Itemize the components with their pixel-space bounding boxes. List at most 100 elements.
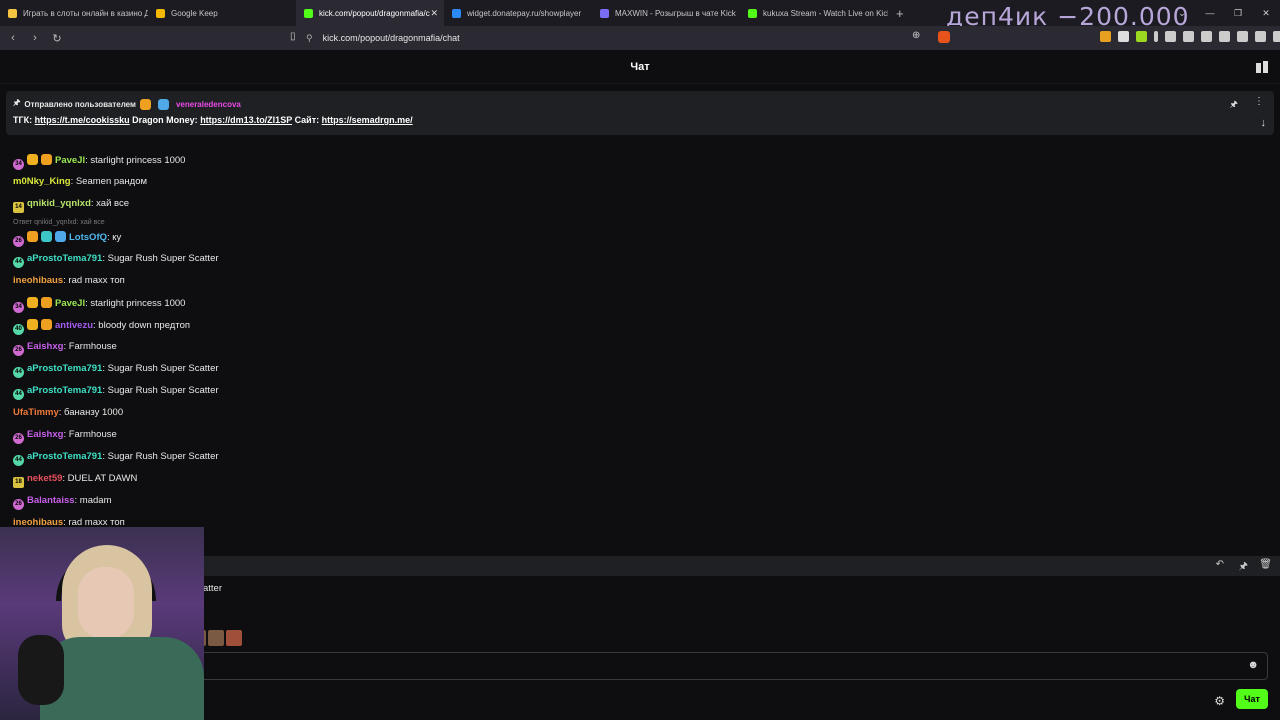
chat-message[interactable]: m0Nky_King: Seamen рандом xyxy=(13,176,147,187)
chat-username[interactable]: Eaishxg xyxy=(27,429,63,440)
chat-username[interactable]: UfaTimmy xyxy=(13,407,59,418)
reply-context[interactable]: Ответ qnikid_yqnlxd: хай все xyxy=(13,219,105,226)
emote-row xyxy=(200,630,242,646)
chat-message[interactable]: 34 PaveJl: starlight princess 1000 xyxy=(13,154,185,170)
browser-tab[interactable]: kick.com/popout/dragonmafia/c ✕ xyxy=(296,0,444,26)
more-options-icon[interactable]: ⋮ xyxy=(1254,96,1264,107)
minimize-icon[interactable]: — xyxy=(1196,8,1224,18)
zoom-icon[interactable]: ⊕ xyxy=(912,30,920,41)
tg-label: ТГК: xyxy=(13,115,33,125)
emote-icon[interactable] xyxy=(226,630,242,646)
chat-username[interactable]: neket59 xyxy=(27,473,62,484)
chat-message[interactable]: ineohibaus: rad maxx топ xyxy=(13,275,125,286)
diamond-badge-icon xyxy=(157,98,169,110)
extension-icon[interactable] xyxy=(1183,31,1194,42)
chat-username[interactable]: qnikid_yqnlxd xyxy=(27,198,91,209)
partial-message: atter xyxy=(203,583,223,594)
browser-tab[interactable]: Google Keep xyxy=(148,0,296,26)
chat-message[interactable]: 44 aProstoTema791: Sugar Rush Super Scatt… xyxy=(13,253,219,268)
crown-badge-icon xyxy=(41,154,52,165)
chat-message[interactable]: 44 aProstoTema791: Sugar Rush Super Scatt… xyxy=(13,385,219,400)
tab-title: Играть в слоты онлайн в казино Д xyxy=(23,8,148,18)
extension-icon[interactable] xyxy=(1165,31,1176,42)
users-icon[interactable] xyxy=(1256,61,1268,73)
chat-message[interactable]: 26 Balantaiss: madam xyxy=(13,495,112,510)
chat-message[interactable]: 14 qnikid_yqnlxd: хай все xyxy=(13,198,129,213)
browser-tab[interactable]: widget.donatepay.ru/showplayer xyxy=(444,0,592,26)
back-icon[interactable]: ‹ xyxy=(4,32,22,44)
music-icon[interactable] xyxy=(1201,31,1212,42)
extension-icon[interactable] xyxy=(1100,31,1111,42)
restore-icon[interactable]: ❐ xyxy=(1224,8,1252,19)
chat-message-text: : Farmhouse xyxy=(63,429,117,440)
new-tab-icon[interactable]: + xyxy=(896,6,904,21)
site-link[interactable]: https://semadrgn.me/ xyxy=(322,115,413,125)
chat-username[interactable]: ineohibaus xyxy=(13,275,63,286)
pinned-username[interactable]: veneraledencova xyxy=(176,100,241,109)
bookmark-icon[interactable]: ▯ xyxy=(290,31,296,42)
extension-icon[interactable] xyxy=(1219,31,1230,42)
tab-title: kukuxa Stream - Watch Live on Kick xyxy=(763,8,888,18)
chat-message[interactable]: 40 antivezu: bloody down предтоп xyxy=(13,319,190,335)
chat-message[interactable]: 34 PaveJl: starlight princess 1000 xyxy=(13,297,185,313)
chat-message-text: : starlight princess 1000 xyxy=(85,298,186,309)
delete-icon[interactable]: 🗑 xyxy=(1259,559,1272,570)
chat-message[interactable]: 26 LotsOfQ: ку xyxy=(13,231,121,247)
streamer-hoodie xyxy=(40,637,204,720)
unpin-icon[interactable]: 🖈 xyxy=(1230,97,1238,113)
chat-username[interactable]: PaveJl xyxy=(55,155,85,166)
profile-icon[interactable] xyxy=(1255,31,1266,42)
expand-down-icon[interactable]: ↓ xyxy=(1261,117,1267,129)
browser-tab[interactable]: MAXWIN - Розыгрыш в чате Kick xyxy=(592,0,740,26)
site-info-icon[interactable]: ⚲ xyxy=(306,33,313,44)
tab-list-icon[interactable]: ⌄ xyxy=(1168,8,1196,19)
pin-icon: 🖈 xyxy=(13,98,21,107)
undo-icon[interactable]: ↶ xyxy=(1216,559,1224,570)
extension-icon[interactable] xyxy=(1136,31,1147,42)
chat-username[interactable]: aProstoTema791 xyxy=(27,363,102,374)
chat-input[interactable]: ☻ xyxy=(200,652,1268,680)
pin-action-icon[interactable]: 🖈 xyxy=(1239,559,1248,576)
url-field[interactable]: ⚲ kick.com/popout/dragonmafia/chat xyxy=(306,30,926,46)
extension-icon[interactable] xyxy=(1237,31,1248,42)
extension-icon[interactable] xyxy=(1154,31,1158,42)
chat-message-text: : rad maxx топ xyxy=(63,275,125,286)
dm-link[interactable]: https://dm13.to/Zl1SP xyxy=(200,115,292,125)
reload-icon[interactable]: ↻ xyxy=(48,32,66,45)
chat-username[interactable]: Eaishxg xyxy=(27,341,63,352)
pinned-prefix: Отправлено пользователем xyxy=(24,99,136,109)
close-window-icon[interactable]: ✕ xyxy=(1252,8,1280,19)
chat-message[interactable]: 26 Eaishxg: Farmhouse xyxy=(13,341,117,356)
chat-message[interactable]: 26 Eaishxg: Farmhouse xyxy=(13,429,117,444)
chat-username[interactable]: aProstoTema791 xyxy=(27,451,102,462)
send-chat-button[interactable]: Чат xyxy=(1236,689,1268,709)
chat-username[interactable]: antivezu xyxy=(55,320,93,331)
extension-icon[interactable] xyxy=(1118,31,1129,42)
chat-message[interactable]: 44 aProstoTema791: Sugar Rush Super Scatt… xyxy=(13,363,219,378)
chat-username[interactable]: PaveJl xyxy=(55,298,85,309)
forward-icon[interactable]: › xyxy=(26,32,44,44)
chat-message[interactable]: 18 neket59: DUEL AT DAWN xyxy=(13,473,137,488)
emote-icon[interactable] xyxy=(208,630,224,646)
chat-username[interactable]: Balantaiss xyxy=(27,495,75,506)
tg-link[interactable]: https://t.me/cookissku xyxy=(35,115,130,125)
chat-message[interactable]: 44 aProstoTema791: Sugar Rush Super Scatt… xyxy=(13,451,219,466)
chat-username[interactable]: aProstoTema791 xyxy=(27,253,102,264)
brave-shield-icon[interactable] xyxy=(938,31,950,43)
sub-badge-icon: 40 xyxy=(13,324,24,335)
tab-favicon-icon xyxy=(748,8,757,18)
menu-icon[interactable] xyxy=(1273,31,1280,42)
chat-message-text: : madam xyxy=(74,495,112,506)
browser-tab[interactable]: Играть в слоты онлайн в казино Д xyxy=(0,0,148,26)
browser-tab[interactable]: kukuxa Stream - Watch Live on Kick xyxy=(740,0,888,26)
chat-message[interactable]: UfaTimmy: бананзу 1000 xyxy=(13,407,123,418)
close-tab-icon[interactable]: ✕ xyxy=(430,8,438,19)
chat-username[interactable]: LotsOfQ xyxy=(69,232,107,243)
settings-gear-icon[interactable]: ⚙ xyxy=(1214,694,1225,708)
chat-username[interactable]: aProstoTema791 xyxy=(27,385,102,396)
chat-username[interactable]: m0Nky_King xyxy=(13,176,71,187)
sub-badge-icon: 34 xyxy=(13,302,24,313)
mod-actions-bar: ↶ 🖈 🗑 xyxy=(200,556,1280,576)
tab-favicon-icon xyxy=(304,8,313,18)
emoji-icon[interactable]: ☻ xyxy=(1247,659,1259,671)
